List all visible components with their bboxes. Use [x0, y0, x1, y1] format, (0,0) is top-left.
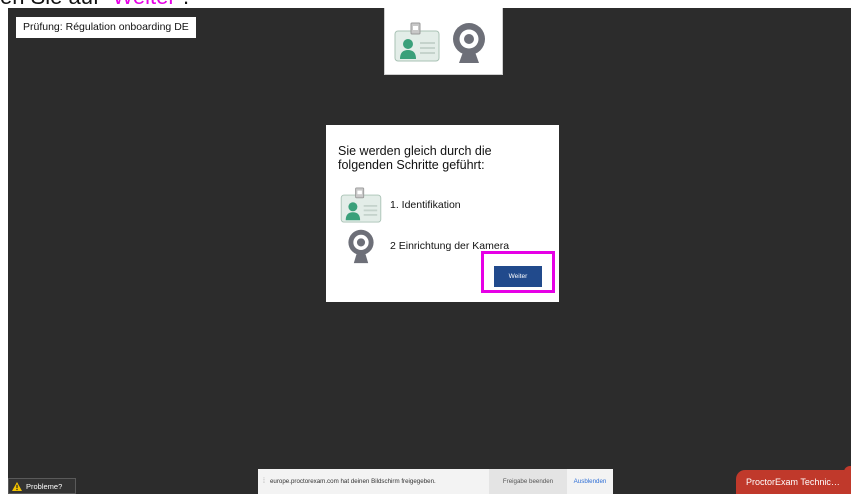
webcam-icon	[348, 229, 374, 264]
dialog-heading: Sie werden gleich durch die folgenden Sc…	[338, 144, 492, 172]
instruction-caption: en Sie auf “Weiter”.	[0, 0, 189, 8]
problems-button[interactable]: Probleme?	[8, 478, 76, 494]
id-card-icon	[394, 22, 440, 62]
step-progress-card	[384, 8, 503, 75]
exam-title: Prüfung: Régulation onboarding DE	[16, 17, 196, 38]
share-message: europe.proctorexam.com hat deinen Bildsc…	[269, 478, 436, 485]
webcam-icon	[453, 23, 485, 63]
steps-dialog: Sie werden gleich durch die folgenden Sc…	[326, 125, 559, 302]
hide-button[interactable]: Ausblenden	[567, 478, 613, 485]
step-identification: 1. Identifikation	[338, 187, 461, 223]
step-camera-label: 2 Einrichtung der Kamera	[390, 240, 510, 252]
support-notification-dot	[844, 466, 851, 473]
stop-sharing-button[interactable]: Freigabe beenden	[489, 469, 567, 494]
drag-handle-icon[interactable]: ⁞	[263, 478, 265, 485]
problems-label: Probleme?	[26, 481, 63, 491]
screen-share-bar: ⁞ europe.proctorexam.com hat deinen Bild…	[258, 469, 613, 494]
support-chat-tab[interactable]: ProctorExam Technic…	[736, 470, 851, 494]
step-camera: 2 Einrichtung der Kamera	[338, 228, 509, 264]
warning-icon	[12, 481, 22, 491]
next-button[interactable]: Weiter	[494, 266, 542, 287]
step-identification-label: 1. Identifikation	[390, 199, 461, 211]
id-card-icon	[340, 187, 382, 223]
exam-stage: Prüfung: Régulation onboarding DE Sie we…	[8, 8, 851, 494]
